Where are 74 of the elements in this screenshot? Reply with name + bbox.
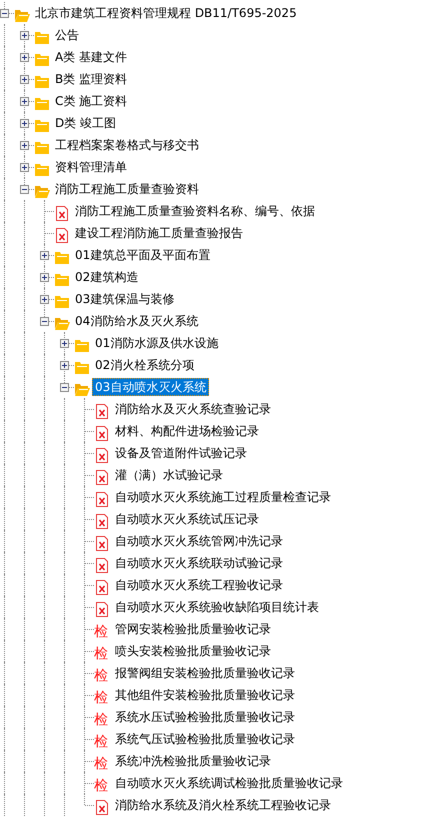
- tree-item[interactable]: C类 施工资料: [52, 92, 130, 110]
- tree-item[interactable]: 自动喷水灭火系统工程验收记录: [112, 576, 286, 594]
- inspection-icon: 检: [94, 778, 110, 794]
- tree-item[interactable]: 北京市建筑工程资料管理规程 DB11/T695-2025: [32, 4, 300, 22]
- tree-item[interactable]: D类 竣工图: [52, 114, 120, 132]
- tree-item[interactable]: 公告: [52, 26, 82, 44]
- tree-item[interactable]: 建设工程消防施工质量查验报告: [72, 224, 246, 242]
- inspection-icon: 检: [94, 646, 110, 662]
- document-icon: [94, 600, 110, 618]
- expand-toggle[interactable]: [40, 251, 49, 260]
- tree-item[interactable]: 自动喷水灭火系统联动试验记录: [112, 554, 286, 572]
- document-icon: [94, 512, 110, 530]
- expand-toggle[interactable]: [40, 273, 49, 282]
- tree-item[interactable]: 管网安装检验批质量验收记录: [112, 620, 274, 638]
- tree-item[interactable]: 01消防水源及供水设施: [92, 334, 222, 352]
- inspection-icon: 检: [94, 756, 110, 772]
- document-icon: [54, 226, 70, 244]
- document-icon: [94, 402, 110, 420]
- collapse-toggle[interactable]: [60, 383, 69, 392]
- tree-item[interactable]: 系统水压试验检验批质量验收记录: [112, 708, 298, 726]
- expand-toggle[interactable]: [20, 53, 29, 62]
- document-icon: [94, 468, 110, 486]
- document-icon: [94, 798, 110, 816]
- document-icon: [94, 556, 110, 574]
- tree-item[interactable]: 系统冲洗检验批质量验收记录: [112, 752, 274, 770]
- inspection-icon: 检: [94, 624, 110, 640]
- tree-item[interactable]: 材料、构配件进场检验记录: [112, 422, 262, 440]
- expand-toggle[interactable]: [20, 31, 29, 40]
- tree-item[interactable]: 报警阀组安装检验批质量验收记录: [112, 664, 298, 682]
- expand-toggle[interactable]: [20, 163, 29, 172]
- expand-toggle[interactable]: [20, 119, 29, 128]
- document-icon: [94, 578, 110, 596]
- tree-item[interactable]: 其他组件安装检验批质量验收记录: [112, 686, 298, 704]
- tree-item[interactable]: 喷头安装检验批质量验收记录: [112, 642, 274, 660]
- tree-item[interactable]: 02消火栓系统分项: [92, 356, 198, 374]
- tree-item[interactable]: 03自动喷水灭火系统: [92, 378, 210, 396]
- tree-item[interactable]: 消防工程施工质量查验资料名称、编号、依据: [72, 202, 318, 220]
- document-icon: [94, 534, 110, 552]
- document-icon: [94, 490, 110, 508]
- tree-item[interactable]: B类 监理资料: [52, 70, 130, 88]
- tree-item[interactable]: 灌（满）水试验记录: [112, 466, 226, 484]
- collapse-toggle[interactable]: [0, 9, 9, 18]
- inspection-icon: 检: [94, 690, 110, 706]
- expand-toggle[interactable]: [40, 295, 49, 304]
- document-icon: [94, 424, 110, 442]
- tree-item[interactable]: 01建筑总平面及平面布置: [72, 246, 214, 264]
- expand-toggle[interactable]: [20, 97, 29, 106]
- tree-item[interactable]: 消防工程施工质量查验资料: [52, 180, 202, 198]
- tree-item[interactable]: 资料管理清单: [52, 158, 130, 176]
- tree-item[interactable]: 04消防给水及灭火系统: [72, 312, 202, 330]
- expand-toggle[interactable]: [60, 361, 69, 370]
- expand-toggle[interactable]: [20, 141, 29, 150]
- tree-item[interactable]: 自动喷水灭火系统验收缺陷项目统计表: [112, 598, 322, 616]
- tree-item[interactable]: 自动喷水灭火系统调试检验批质量验收记录: [112, 774, 346, 792]
- tree-item[interactable]: 消防给水及灭火系统查验记录: [112, 400, 274, 418]
- tree-item[interactable]: 设备及管道附件试验记录: [112, 444, 250, 462]
- tree-item[interactable]: 系统气压试验检验批质量验收记录: [112, 730, 298, 748]
- tree-item[interactable]: 工程档案案卷格式与移交书: [52, 136, 202, 154]
- tree-item[interactable]: A类 基建文件: [52, 48, 130, 66]
- document-icon: [94, 446, 110, 464]
- expand-toggle[interactable]: [20, 75, 29, 84]
- tree-item[interactable]: 自动喷水灭火系统管网冲洗记录: [112, 532, 286, 550]
- tree-item[interactable]: 消防给水系统及消火栓系统工程验收记录: [112, 796, 334, 814]
- tree-item[interactable]: 03建筑保温与装修: [72, 290, 178, 308]
- inspection-icon: 检: [94, 668, 110, 684]
- tree-item[interactable]: 自动喷水灭火系统试压记录: [112, 510, 262, 528]
- document-icon: [54, 204, 70, 222]
- tree-item[interactable]: 自动喷水灭火系统施工过程质量检查记录: [112, 488, 334, 506]
- tree-item[interactable]: 02建筑构造: [72, 268, 142, 286]
- collapse-toggle[interactable]: [20, 185, 29, 194]
- expand-toggle[interactable]: [60, 339, 69, 348]
- collapse-toggle[interactable]: [40, 317, 49, 326]
- inspection-icon: 检: [94, 734, 110, 750]
- inspection-icon: 检: [94, 712, 110, 728]
